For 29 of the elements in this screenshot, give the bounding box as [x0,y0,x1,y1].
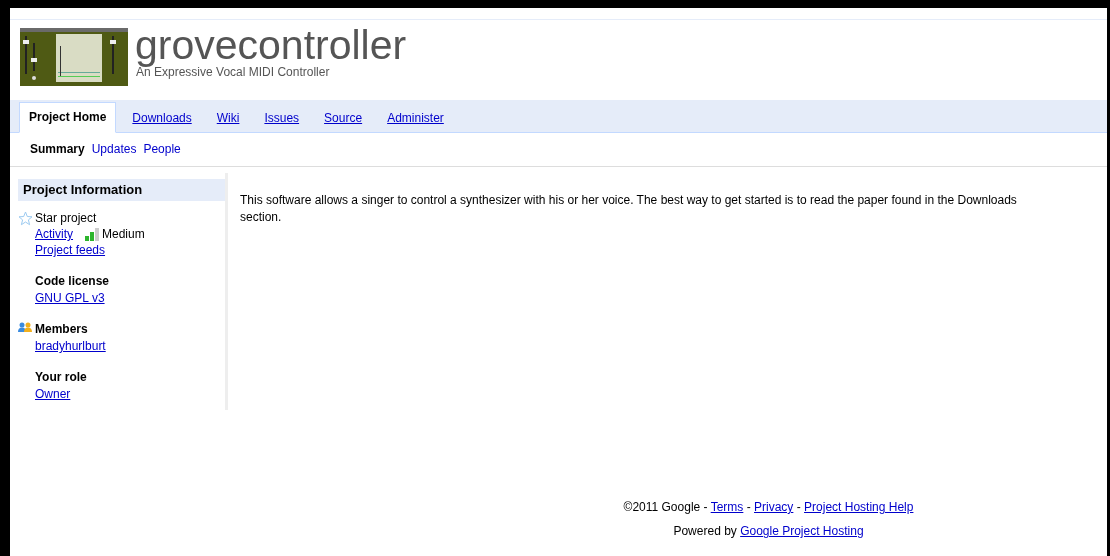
footer-powered-by: Powered by Google Project Hosting [672,524,865,538]
project-feeds-link[interactable]: Project feeds [35,242,106,258]
project-title: grovecontroller [135,25,407,65]
section-title: Code license [35,273,110,290]
sidebar-link[interactable]: Owner [35,386,71,402]
subtab[interactable]: People [143,142,181,166]
footer-link[interactable]: Terms [710,500,744,514]
section-title: Your role [35,369,87,386]
footer-link[interactable]: Privacy [754,500,794,514]
section-title: Members [35,321,88,338]
project-description: This software allows a singer to control a synthesizer with his or her voice. The best way to get started is to read the paper found in the Downloads section. [240,192,1018,226]
subtab[interactable]: Summary [30,142,85,166]
activity-level: Medium [102,226,145,242]
subtab[interactable]: Updates [91,142,137,166]
footer-copyright: ©2011 Google - Terms - Privacy - Project Hosting Help [622,500,915,514]
sidebar-link[interactable]: bradyhurlburt [35,338,106,354]
tab[interactable]: Issues [255,111,309,132]
tab[interactable]: Downloads [123,111,201,132]
tab[interactable]: Wiki [207,111,249,132]
tab[interactable]: Source [315,111,372,132]
star-project-label[interactable]: Star project [35,210,97,226]
people-icon [18,322,33,333]
tab[interactable]: Administer [378,111,453,132]
sidebar-link[interactable]: GNU GPL v3 [35,290,105,306]
footer-link[interactable]: Google Project Hosting [740,524,864,538]
footer-link[interactable]: Project Hosting Help [804,500,914,514]
activity-link[interactable]: Activity [35,226,73,242]
tab[interactable]: Project Home [19,102,117,133]
sidebar-heading: Project Information [18,179,225,201]
